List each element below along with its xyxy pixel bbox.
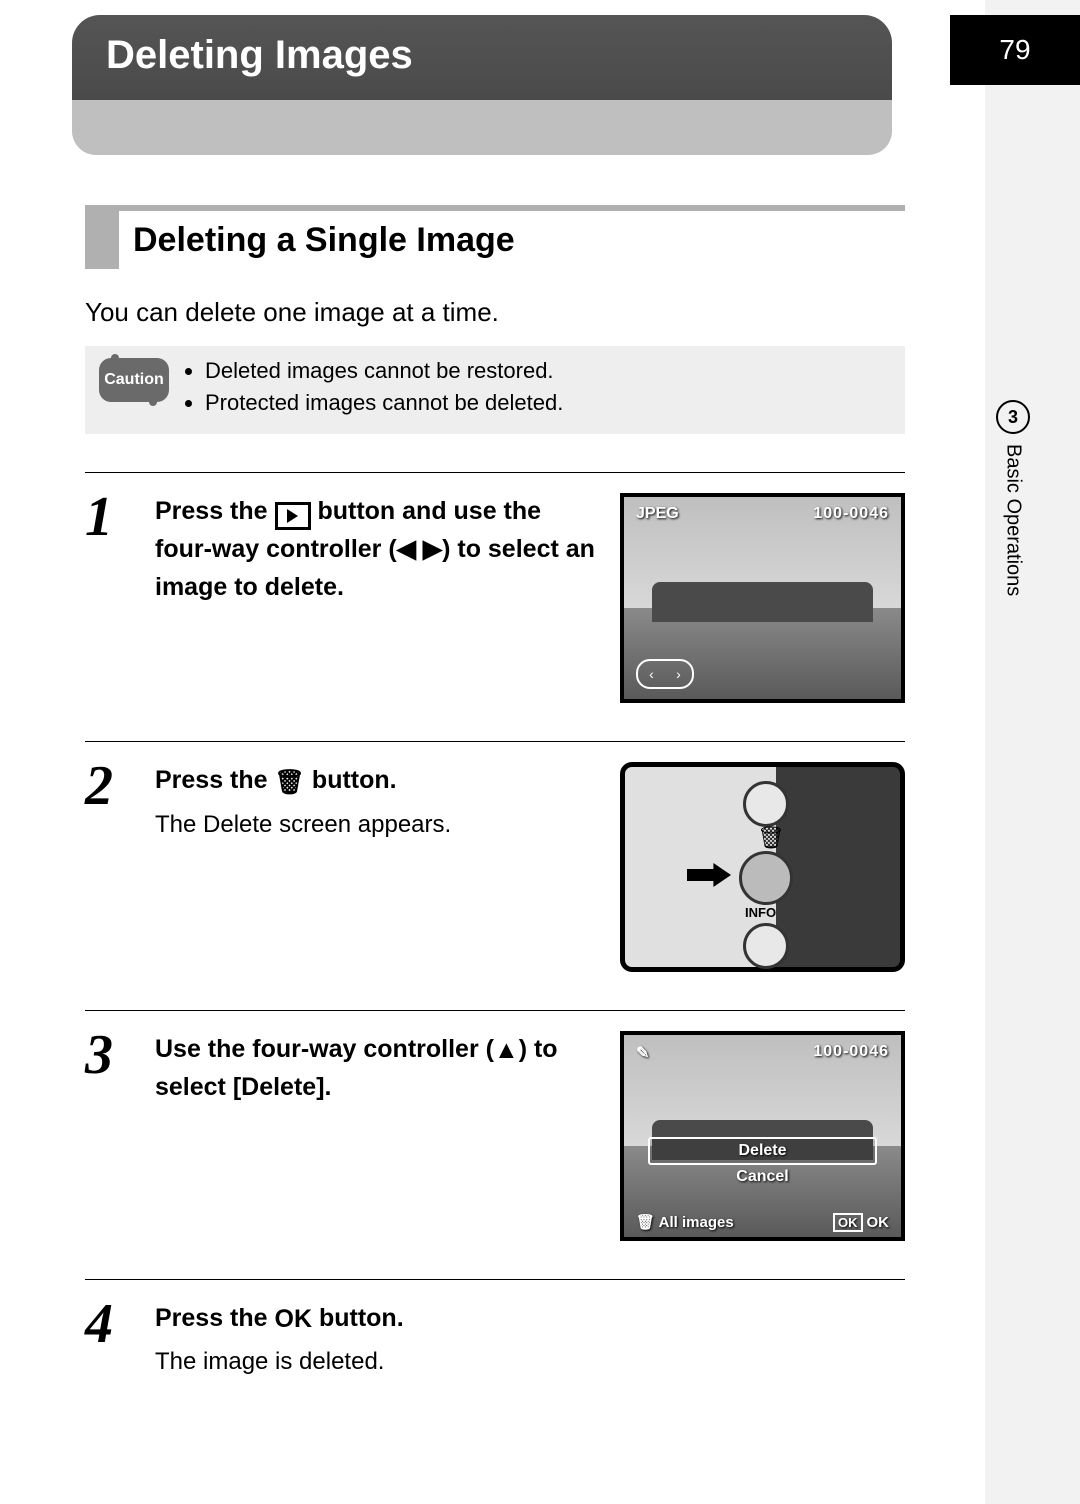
step-1-instruction: Press the button and use the four-way co…: [155, 493, 600, 606]
lcd-file-number: 100-0046: [813, 505, 889, 523]
subheading: Deleting a Single Image: [119, 211, 515, 269]
camera-button: [743, 781, 789, 827]
up-controller-icon: ▲: [494, 1032, 519, 1070]
footer-all-images: 🗑 All images: [636, 1213, 734, 1231]
step-2-instruction: Press the 🗑 button.: [155, 762, 600, 801]
chapter-side-tab: 3 Basic Operations: [996, 400, 1030, 596]
page-number: 79: [950, 15, 1080, 85]
chapter-label: Basic Operations: [1002, 444, 1025, 596]
camera-button: [743, 923, 789, 969]
title-shadow: [72, 100, 892, 155]
lcd-file-number: 100-0046: [813, 1043, 889, 1061]
right-gutter: [985, 0, 1080, 1504]
lcd-nav-indicator: ‹›: [636, 659, 694, 689]
camera-delete-button: [739, 851, 793, 905]
left-right-controller-icon: ◀ ▶: [397, 531, 442, 569]
step-3-instruction: Use the four-way controller (▲) to selec…: [155, 1031, 600, 1107]
footer-ok: OKOK: [833, 1214, 889, 1231]
page-title-tab: Deleting Images: [72, 15, 892, 100]
camera-back-diagram: 🗑 INFO: [620, 762, 905, 972]
step-4-instruction: Press the OK button.: [155, 1300, 905, 1338]
step-number: 4: [85, 1296, 135, 1376]
step-4-sub: The image is deleted.: [155, 1348, 905, 1376]
caution-item: Deleted images cannot be restored.: [205, 358, 563, 384]
caution-box: Caution Deleted images cannot be restore…: [85, 346, 905, 434]
subheading-bar: Deleting a Single Image: [85, 205, 905, 269]
step-2-sub: The Delete screen appears.: [155, 811, 600, 839]
step-number: 3: [85, 1027, 135, 1241]
step-1: 1 Press the button and use the four-way …: [85, 472, 905, 703]
caution-list: Deleted images cannot be restored. Prote…: [187, 358, 563, 422]
subheading-accent: [85, 211, 119, 269]
delete-mode-icon: ✎: [636, 1043, 649, 1063]
trash-icon: 🗑: [275, 765, 305, 801]
info-label: INFO: [745, 905, 776, 920]
arrow-icon: [687, 863, 731, 887]
lcd-screenshot-3: ✎ 100-0046 Delete Cancel 🗑 All images OK…: [620, 1031, 905, 1241]
page-title: Deleting Images: [106, 33, 413, 78]
step-3: 3 Use the four-way controller (▲) to sel…: [85, 1010, 905, 1241]
caution-item: Protected images cannot be deleted.: [205, 390, 563, 416]
playback-icon: [275, 502, 311, 530]
lcd-format-label: JPEG: [636, 505, 679, 523]
ok-icon: OK: [275, 1301, 313, 1339]
step-number: 2: [85, 758, 135, 972]
chapter-number: 3: [996, 400, 1030, 434]
trash-icon: 🗑: [757, 825, 785, 851]
lcd-screenshot-1: JPEG 100-0046 ‹›: [620, 493, 905, 703]
step-4: 4 Press the OK button. The image is dele…: [85, 1279, 905, 1376]
menu-item-cancel: Cancel: [648, 1165, 877, 1189]
content-area: Deleting a Single Image You can delete o…: [85, 180, 905, 1376]
delete-menu: Delete Cancel: [648, 1137, 877, 1189]
manual-page: 79 Deleting Images 3 Basic Operations De…: [0, 0, 1080, 1504]
menu-item-delete: Delete: [648, 1137, 877, 1165]
step-2: 2 Press the 🗑 button. The Delete screen …: [85, 741, 905, 972]
step-number: 1: [85, 489, 135, 703]
caution-icon: Caution: [99, 358, 169, 402]
intro-text: You can delete one image at a time.: [85, 297, 905, 328]
